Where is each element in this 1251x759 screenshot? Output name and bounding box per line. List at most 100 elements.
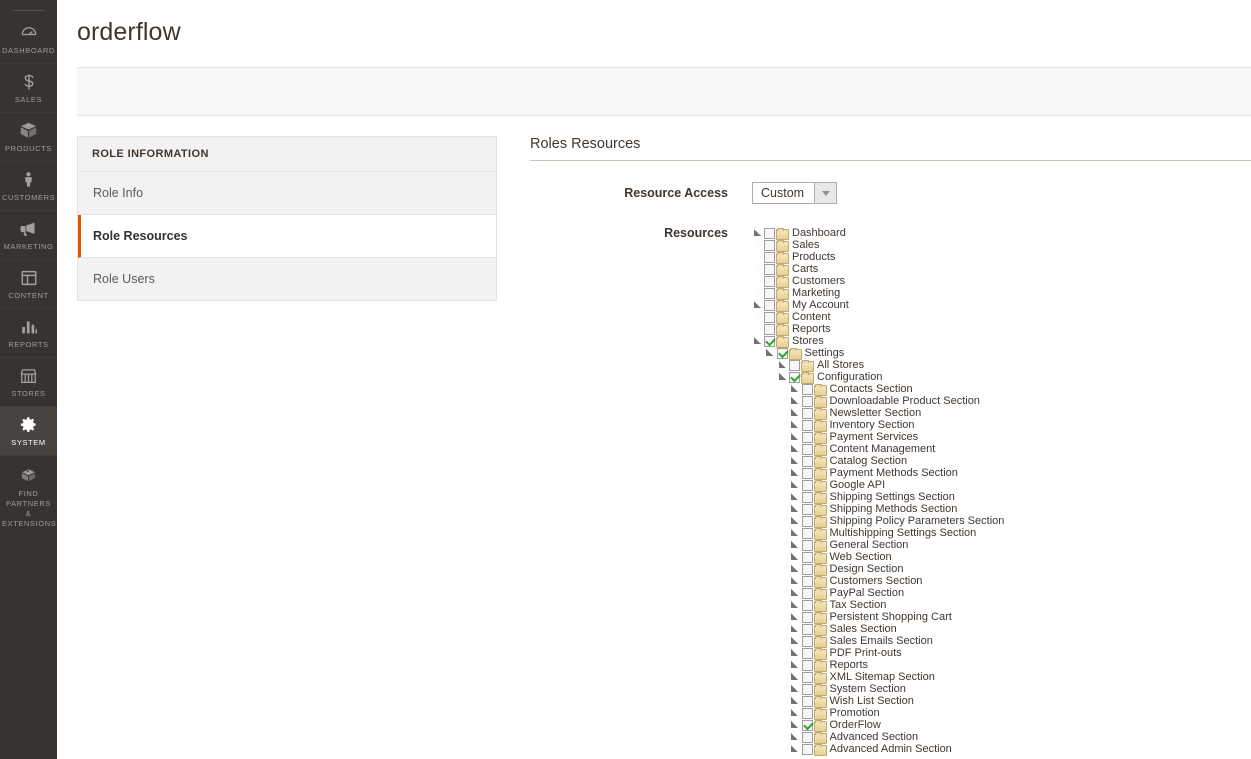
tree-node-label[interactable]: Sales Emails Section [830, 635, 933, 647]
tree-node-label[interactable]: Configuration [817, 371, 882, 383]
expand-arrow-open-icon[interactable] [790, 623, 802, 635]
tree-node-checkbox[interactable] [802, 708, 813, 719]
tree-node-label[interactable]: PayPal Section [830, 587, 905, 599]
expand-arrow-open-icon[interactable] [790, 563, 802, 575]
tree-node-label[interactable]: Shipping Policy Parameters Section [830, 515, 1005, 527]
tree-node-checkbox[interactable] [802, 504, 813, 515]
tree-node-checkbox[interactable] [764, 336, 775, 347]
tree-node-checkbox[interactable] [764, 228, 775, 239]
tree-node-checkbox[interactable] [802, 648, 813, 659]
tree-node-checkbox[interactable] [802, 624, 813, 635]
tree-node-label[interactable]: Contacts Section [830, 383, 913, 395]
sidebar-item-reports[interactable]: REPORTS [0, 309, 57, 358]
tree-node-label[interactable]: Downloadable Product Section [830, 395, 980, 407]
tree-node-checkbox[interactable] [802, 636, 813, 647]
tree-node[interactable]: Design Section [752, 563, 1004, 575]
tree-node[interactable]: Reports [752, 659, 1004, 671]
expand-arrow-open-icon[interactable] [790, 383, 802, 395]
tree-node[interactable]: Settings [752, 347, 1004, 359]
tree-node-label[interactable]: Advanced Admin Section [830, 743, 952, 755]
tree-node-label[interactable]: Carts [792, 263, 818, 275]
tree-node-checkbox[interactable] [802, 540, 813, 551]
tree-node[interactable]: Content Management [752, 443, 1004, 455]
tree-node-checkbox[interactable] [802, 612, 813, 623]
tree-node-label[interactable]: Reports [830, 659, 869, 671]
sidebar-item-marketing[interactable]: MARKETING [0, 211, 57, 260]
tree-node[interactable]: Shipping Policy Parameters Section [752, 515, 1004, 527]
tree-node[interactable]: Content [752, 311, 1004, 323]
tree-node-checkbox[interactable] [764, 252, 775, 263]
tree-node-checkbox[interactable] [802, 600, 813, 611]
expand-arrow-open-icon[interactable] [790, 503, 802, 515]
tree-node-label[interactable]: Customers Section [830, 575, 923, 587]
sidebar-item-sales[interactable]: SALES [0, 64, 57, 113]
expand-arrow-open-icon[interactable] [777, 371, 789, 383]
tree-node-label[interactable]: PDF Print-outs [830, 647, 902, 659]
tree-node-label[interactable]: Content [792, 311, 831, 323]
tree-node-checkbox[interactable] [802, 696, 813, 707]
tree-node[interactable]: Wish List Section [752, 695, 1004, 707]
expand-arrow-open-icon[interactable] [790, 431, 802, 443]
tree-node-label[interactable]: Shipping Methods Section [830, 503, 958, 515]
tree-node[interactable]: Contacts Section [752, 383, 1004, 395]
tree-node-checkbox[interactable] [789, 372, 800, 383]
tree-node[interactable]: Dashboard [752, 227, 1004, 239]
tree-node[interactable]: Inventory Section [752, 419, 1004, 431]
tree-node[interactable]: Payment Services [752, 431, 1004, 443]
expand-arrow-open-icon[interactable] [777, 359, 789, 371]
tree-node[interactable]: All Stores [752, 359, 1004, 371]
expand-arrow-open-icon[interactable] [790, 647, 802, 659]
expand-arrow-open-icon[interactable] [790, 491, 802, 503]
sidebar-item-find-partners-extensions[interactable]: FIND PARTNERS & EXTENSIONS [0, 456, 57, 536]
expand-arrow-open-icon[interactable] [790, 671, 802, 683]
sidebar-item-customers[interactable]: CUSTOMERS [0, 162, 57, 211]
expand-arrow-closed-icon[interactable] [752, 263, 764, 275]
tree-node-label[interactable]: Content Management [830, 443, 936, 455]
tree-node[interactable]: Customers Section [752, 575, 1004, 587]
expand-arrow-open-icon[interactable] [790, 539, 802, 551]
tree-node[interactable]: Multishipping Settings Section [752, 527, 1004, 539]
tree-node-label[interactable]: Stores [792, 335, 824, 347]
tree-node[interactable]: Tax Section [752, 599, 1004, 611]
tree-node-label[interactable]: Wish List Section [830, 695, 914, 707]
expand-arrow-open-icon[interactable] [790, 407, 802, 419]
expand-arrow-open-icon[interactable] [790, 719, 802, 731]
tree-node-checkbox[interactable] [777, 348, 788, 359]
tab-role-info[interactable]: Role Info [78, 172, 496, 215]
sidebar-item-dashboard[interactable]: DASHBOARD [0, 15, 57, 64]
tree-node-label[interactable]: Reports [792, 323, 831, 335]
tree-node-label[interactable]: Shipping Settings Section [830, 491, 955, 503]
sidebar-item-system[interactable]: SYSTEM [0, 407, 57, 456]
tree-node-checkbox[interactable] [764, 300, 775, 311]
tree-node[interactable]: Web Section [752, 551, 1004, 563]
tree-node-checkbox[interactable] [802, 396, 813, 407]
expand-arrow-closed-icon[interactable] [752, 287, 764, 299]
expand-arrow-open-icon[interactable] [790, 527, 802, 539]
expand-arrow-open-icon[interactable] [790, 695, 802, 707]
tree-node-checkbox[interactable] [802, 552, 813, 563]
tree-node-label[interactable]: Customers [792, 275, 845, 287]
tree-node-checkbox[interactable] [802, 672, 813, 683]
expand-arrow-open-icon[interactable] [752, 299, 764, 311]
tree-node[interactable]: Catalog Section [752, 455, 1004, 467]
expand-arrow-open-icon[interactable] [790, 659, 802, 671]
tree-node-checkbox[interactable] [764, 288, 775, 299]
tree-node[interactable]: PDF Print-outs [752, 647, 1004, 659]
expand-arrow-closed-icon[interactable] [752, 251, 764, 263]
tree-node[interactable]: Sales Section [752, 623, 1004, 635]
expand-arrow-closed-icon[interactable] [752, 239, 764, 251]
tree-node-checkbox[interactable] [789, 360, 800, 371]
expand-arrow-open-icon[interactable] [752, 335, 764, 347]
tree-node-checkbox[interactable] [802, 564, 813, 575]
tree-node[interactable]: Reports [752, 323, 1004, 335]
tree-node-label[interactable]: My Account [792, 299, 849, 311]
expand-arrow-closed-icon[interactable] [752, 323, 764, 335]
expand-arrow-open-icon[interactable] [790, 551, 802, 563]
tree-node-label[interactable]: Products [792, 251, 835, 263]
sidebar-item-products[interactable]: PRODUCTS [0, 113, 57, 162]
expand-arrow-closed-icon[interactable] [752, 311, 764, 323]
tree-node-label[interactable]: Design Section [830, 563, 904, 575]
tree-node-checkbox[interactable] [802, 744, 813, 755]
tree-node-checkbox[interactable] [802, 444, 813, 455]
tree-node-checkbox[interactable] [802, 480, 813, 491]
